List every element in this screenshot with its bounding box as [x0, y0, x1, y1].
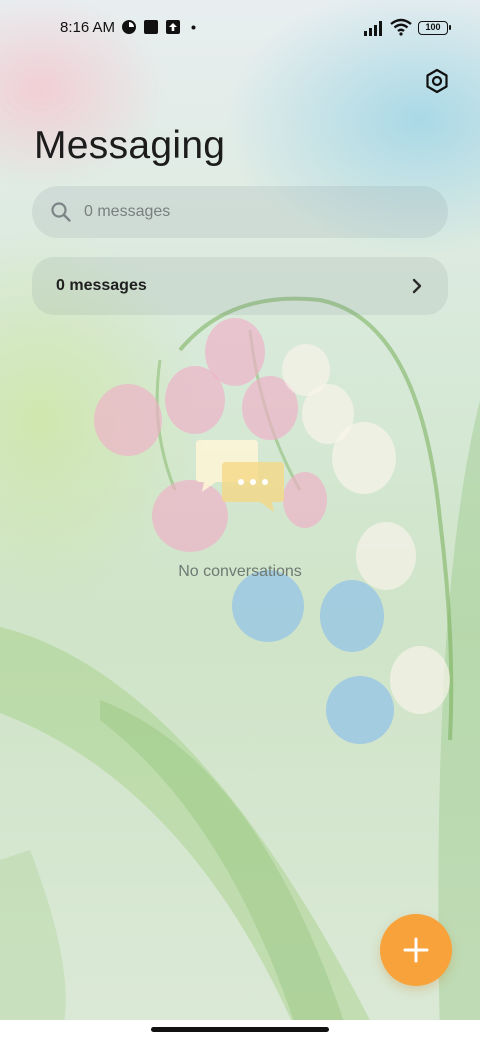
- upload-notification-icon: [166, 20, 180, 34]
- empty-state-text: No conversations: [178, 563, 302, 580]
- chat-bubbles-icon: [196, 440, 284, 512]
- new-conversation-button[interactable]: [380, 914, 452, 986]
- dot-icon: [191, 25, 196, 30]
- square-notification-icon: [144, 20, 158, 34]
- settings-button[interactable]: [420, 64, 454, 98]
- search-input[interactable]: [84, 203, 404, 221]
- status-time: 8:16 AM: [60, 19, 116, 36]
- search-icon: [51, 202, 71, 222]
- home-indicator[interactable]: [151, 1027, 329, 1032]
- gear-icon: [426, 68, 448, 94]
- page-title: Messaging: [34, 124, 226, 167]
- battery-icon: 100: [418, 21, 451, 35]
- status-bar: 8:16 AM 100: [0, 0, 480, 56]
- messages-count-label: 0 messages: [56, 277, 147, 294]
- plus-icon: [403, 937, 429, 963]
- wifi-icon: [390, 18, 412, 36]
- app-notification-icon: [122, 20, 136, 34]
- signal-icon: [364, 21, 382, 36]
- messages-summary-card[interactable]: 0 messages: [32, 257, 448, 315]
- chevron-right-icon: [412, 278, 422, 294]
- search-bar[interactable]: [32, 186, 448, 238]
